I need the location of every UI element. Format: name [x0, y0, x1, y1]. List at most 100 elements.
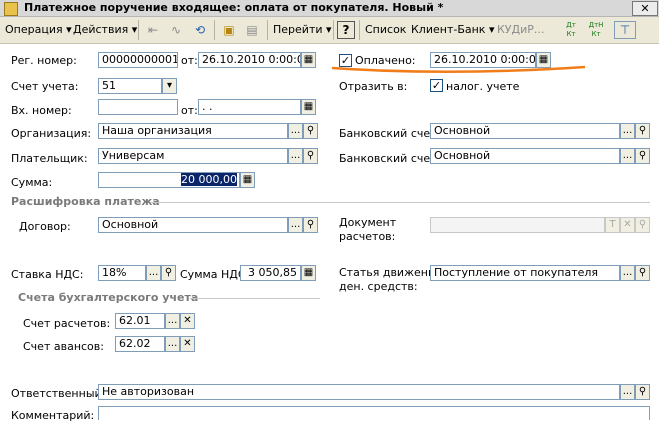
calendar-icon[interactable]: ▦ — [301, 52, 316, 68]
chart-icon[interactable]: ∿ — [166, 21, 186, 39]
kudir-menu[interactable]: КУДиР... — [497, 21, 544, 39]
goto-menu[interactable]: Перейти ▾ — [273, 21, 332, 39]
settlement-account-label: Счет расчетов: — [23, 317, 111, 330]
select-button[interactable]: ... — [620, 148, 635, 164]
payer-label: Плательщик: — [11, 152, 88, 165]
reg-number-field[interactable]: 00000000001 — [98, 52, 178, 68]
select-button[interactable]: ... — [165, 336, 180, 352]
search-icon[interactable]: ⚲ — [303, 148, 318, 164]
settlement-doc-field[interactable] — [430, 217, 605, 233]
comment-field[interactable] — [98, 406, 650, 420]
search-icon[interactable]: ⚲ — [635, 265, 650, 281]
actions-menu[interactable]: Действия ▾ — [73, 21, 137, 39]
toolbar-separator — [359, 20, 360, 40]
list-button[interactable]: Список — [365, 21, 406, 39]
dt-kt-icon[interactable]: Дт Кт — [561, 21, 581, 39]
back-icon[interactable]: ⇤ — [143, 21, 163, 39]
calculator-icon[interactable]: ▦ — [240, 172, 255, 188]
toolbar-separator — [138, 20, 139, 40]
comment-label: Комментарий: — [11, 409, 95, 422]
search-icon[interactable]: ⚲ — [635, 384, 650, 400]
reg-date-field[interactable]: 26.10.2010 0:00:00 — [198, 52, 301, 68]
contract-label: Договор: — [19, 220, 71, 233]
toolbar-separator — [267, 20, 268, 40]
type-t-icon[interactable]: T — [605, 217, 620, 233]
post-document-icon[interactable]: ▣ — [219, 21, 239, 39]
bank-account-2-field[interactable]: Основной — [430, 148, 620, 164]
in-date-from-label: от: — [181, 104, 198, 117]
select-button[interactable]: ... — [620, 384, 635, 400]
section-divider — [190, 298, 320, 299]
clear-icon[interactable]: ✕ — [620, 217, 635, 233]
reflect-label: Отразить в: — [339, 80, 408, 93]
document-icon — [4, 2, 18, 16]
select-button[interactable]: ... — [146, 265, 161, 281]
advance-account-field[interactable]: 62.02 — [115, 336, 165, 352]
clear-icon[interactable]: ✕ — [180, 336, 195, 352]
toolbar-separator — [214, 20, 215, 40]
bank-account-1-field[interactable]: Основной — [430, 123, 620, 139]
highlight-underline — [331, 65, 586, 73]
responsible-label: Ответственный: — [11, 387, 106, 400]
responsible-field[interactable]: Не авторизован — [98, 384, 620, 400]
organization-field[interactable]: Наша организация — [98, 123, 288, 139]
bank-account-1-label: Банковский счет: — [339, 127, 441, 140]
vat-rate-field[interactable]: 18% — [98, 265, 146, 281]
bank-account-2-label: Банковский счет: — [339, 152, 441, 165]
search-icon[interactable]: ⚲ — [635, 148, 650, 164]
clear-icon[interactable]: ✕ — [180, 313, 195, 329]
select-button[interactable]: ... — [620, 265, 635, 281]
search-icon[interactable]: ⚲ — [635, 123, 650, 139]
reg-number-label: Рег. номер: — [11, 54, 77, 67]
settlement-doc-label: Документ расчетов: — [339, 216, 397, 243]
search-icon[interactable]: ⚲ — [303, 123, 318, 139]
account-label: Счет учета: — [11, 80, 79, 93]
calculator-icon[interactable]: ▦ — [301, 265, 316, 281]
in-number-field[interactable] — [98, 99, 178, 115]
section-divider — [150, 202, 650, 203]
select-button[interactable]: ... — [165, 313, 180, 329]
reg-date-from-label: от: — [181, 54, 198, 67]
bank-client-menu[interactable]: Клиент-Банк ▾ — [411, 21, 494, 39]
title-bar: Платежное поручение входящее: оплата от … — [0, 0, 659, 17]
advance-account-label: Счет авансов: — [23, 340, 104, 353]
search-icon[interactable]: ⚲ — [303, 217, 318, 233]
select-button[interactable]: ... — [288, 148, 303, 164]
in-number-label: Вх. номер: — [11, 104, 72, 117]
tax-accounting-checkbox[interactable]: ✓ — [430, 79, 443, 92]
select-button[interactable]: ... — [288, 123, 303, 139]
cash-flow-field[interactable]: Поступление от покупателя — [430, 265, 620, 281]
dtn-kt-icon[interactable]: ДтН Кт — [586, 21, 606, 39]
help-icon[interactable]: ? — [337, 21, 355, 39]
settlement-account-field[interactable]: 62.01 — [115, 313, 165, 329]
structure-icon[interactable]: ⊤ — [614, 21, 636, 39]
in-date-field[interactable]: . . — [198, 99, 301, 115]
sum-label: Сумма: — [11, 176, 53, 189]
sum-field[interactable]: 20 000,00 — [98, 172, 240, 188]
document-move-icon[interactable]: ▤ — [242, 21, 262, 39]
tax-accounting-label: налог. учете — [446, 80, 520, 93]
toolbar: Операция ▾ Действия ▾ ⇤ ∿ ⟲ ▣ ▤ Перейти … — [0, 17, 659, 44]
search-icon[interactable]: ⚲ — [635, 217, 650, 233]
close-button[interactable]: ✕ — [632, 1, 658, 16]
cash-flow-label: Статья движения ден. средств: — [339, 266, 442, 293]
refresh-icon[interactable]: ⟲ — [190, 21, 210, 39]
organization-label: Организация: — [11, 127, 92, 140]
chevron-down-icon[interactable]: ▾ — [162, 78, 177, 94]
toolbar-separator — [333, 20, 334, 40]
window-title: Платежное поручение входящее: оплата от … — [24, 1, 444, 14]
vat-rate-label: Ставка НДС: — [11, 268, 84, 281]
vat-sum-label: Сумма НДС: — [180, 268, 250, 281]
search-icon[interactable]: ⚲ — [161, 265, 176, 281]
account-field[interactable]: 51 — [98, 78, 162, 94]
vat-sum-field[interactable]: 3 050,85 — [240, 265, 301, 281]
contract-field[interactable]: Основной — [98, 217, 288, 233]
calendar-icon[interactable]: ▦ — [301, 99, 316, 115]
sum-value: 20 000,00 — [181, 173, 237, 186]
payer-field[interactable]: Универсам — [98, 148, 288, 164]
section-payment-details: Расшифровка платежа — [11, 195, 160, 208]
operation-menu[interactable]: Операция ▾ — [5, 21, 72, 39]
select-button[interactable]: ... — [620, 123, 635, 139]
select-button[interactable]: ... — [288, 217, 303, 233]
section-accounting-accounts: Счета бухгалтерского учета — [18, 291, 199, 304]
